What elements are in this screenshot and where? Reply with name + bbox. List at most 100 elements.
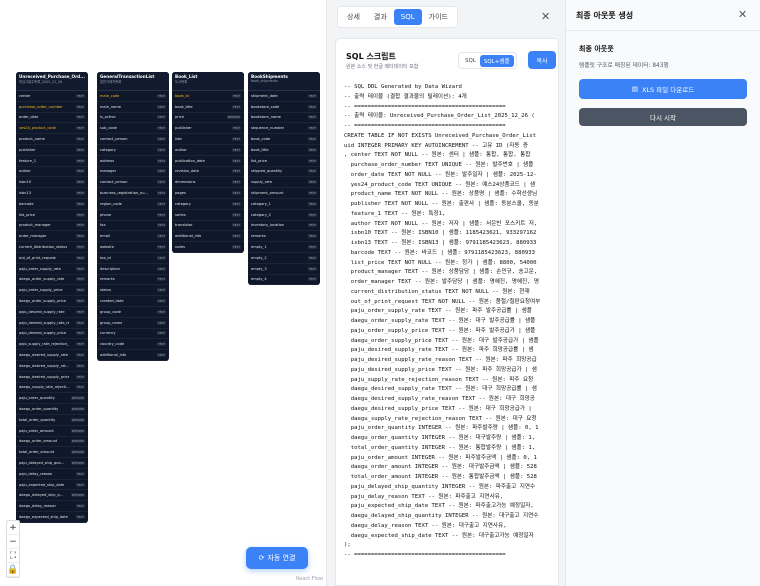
column-row[interactable]: remarks TEXT [248, 231, 320, 243]
column-row[interactable]: total_order_quantity INTEGER [16, 415, 88, 426]
column-row[interactable]: pages TEXT [172, 188, 244, 199]
table-node-header[interactable]: BookShipments book_shipments [248, 72, 320, 91]
column-row[interactable]: empty_4 TEXT [248, 275, 320, 286]
tab-detail[interactable]: 상세 [340, 8, 367, 26]
table-node-header[interactable]: GeneralTransactionList 일반거래처목록 [97, 72, 169, 91]
column-row[interactable]: business_registration_nu... TEXT [97, 188, 169, 199]
column-row[interactable]: main_code TEXT [97, 91, 169, 102]
column-row[interactable]: daegu_desired_supply_rat... TEXT [16, 361, 88, 372]
column-row[interactable]: fax TEXT [97, 221, 169, 232]
column-row[interactable]: region_code TEXT [97, 199, 169, 210]
column-row[interactable]: group_name TEXT [97, 318, 169, 329]
column-row[interactable]: empty_1 TEXT [248, 242, 320, 253]
column-row[interactable]: paju_supply_rate_rejection_reason TEXT [16, 339, 88, 351]
column-row[interactable]: series TEXT [172, 210, 244, 221]
column-row[interactable]: product_manager TEXT [16, 221, 88, 232]
column-row[interactable]: publisher TEXT [172, 123, 244, 135]
column-row[interactable]: main_name TEXT [97, 102, 169, 113]
column-row[interactable]: daegu_order_amount INTEGER [16, 437, 88, 448]
column-row[interactable]: out_of_print_request TEXT [16, 253, 88, 264]
column-row[interactable]: paju_order_amount INTEGER [16, 426, 88, 437]
column-row[interactable]: paju_delayed_ship_qua... INTEGER [16, 458, 88, 469]
column-row[interactable]: remarks TEXT [97, 275, 169, 286]
table-node-header[interactable]: Book_List 도서목록 [172, 72, 244, 91]
column-row[interactable]: daegu_supply_rate_rejecti... TEXT [16, 383, 88, 394]
column-row[interactable]: yes24_product_code TEXT [16, 123, 88, 135]
column-row[interactable]: book_code TEXT [248, 134, 320, 145]
column-row[interactable]: contact_person TEXT [97, 177, 169, 189]
column-row[interactable]: center TEXT [16, 91, 88, 102]
column-row[interactable]: category_1 TEXT [248, 199, 320, 210]
lock-button[interactable]: 🔒 [7, 563, 19, 577]
column-row[interactable]: phone TEXT [97, 210, 169, 221]
column-row[interactable]: book_title TEXT [172, 102, 244, 113]
column-row[interactable]: paju_desired_supply_rate TEXT [16, 307, 88, 318]
column-row[interactable]: daegu_desired_supply_rate TEXT [16, 350, 88, 361]
close-icon[interactable]: ✕ [738, 8, 747, 21]
column-row[interactable]: author TEXT [172, 145, 244, 156]
column-row[interactable]: paju_order_quantity INTEGER [16, 393, 88, 405]
column-row[interactable]: book_id TEXT [172, 91, 244, 102]
column-row[interactable]: current_distribution_status TEXT [16, 242, 88, 253]
column-row[interactable]: country_code TEXT [97, 339, 169, 351]
fit-view-button[interactable]: ⛶ [7, 549, 19, 563]
column-row[interactable]: feature_1 TEXT [16, 156, 88, 167]
column-row[interactable]: daegu_delayed_ship_q... INTEGER [16, 490, 88, 502]
column-row[interactable]: tax_id TEXT [97, 253, 169, 264]
column-row[interactable]: product_name TEXT [16, 134, 88, 145]
column-row[interactable]: shipment_amount TEXT [248, 188, 320, 199]
column-row[interactable]: list_price TEXT [248, 156, 320, 167]
table-node-header[interactable]: Unreceived_Purchase_Ord... 미입고발주목록_2025_1… [16, 72, 88, 91]
toggle-sql-sample[interactable]: SQL+샘플 [479, 54, 514, 67]
column-row[interactable]: author TEXT [16, 167, 88, 178]
column-row[interactable]: book_title TEXT [248, 145, 320, 156]
column-row[interactable]: paju_order_supply_rate TEXT [16, 264, 88, 275]
column-row[interactable]: dimensions TEXT [172, 177, 244, 189]
toggle-sql[interactable]: SQL [461, 56, 480, 66]
column-row[interactable]: sub_code TEXT [97, 123, 169, 135]
table-node[interactable]: Book_List 도서목록 book_id TEXT book_title TEXT pr… [172, 72, 244, 253]
column-row[interactable]: currency TEXT [97, 329, 169, 340]
column-row[interactable]: paju_delay_reason TEXT [16, 469, 88, 480]
column-row[interactable]: order_date TEXT [16, 113, 88, 124]
column-row[interactable]: is_active TEXT [97, 113, 169, 124]
column-row[interactable]: contact_person TEXT [97, 134, 169, 145]
auto-connect-button[interactable]: ⟳ 자동 연결 [246, 547, 308, 569]
table-node[interactable]: GeneralTransactionList 일반거래처목록 main_code TE… [97, 72, 169, 361]
column-row[interactable]: sequence_number TEXT [248, 123, 320, 135]
tab-result[interactable]: 결과 [367, 8, 394, 26]
column-row[interactable]: shipment_date TEXT [248, 91, 320, 102]
column-row[interactable]: additional_info TEXT [97, 350, 169, 361]
column-row[interactable]: purchase_order_number TEXT [16, 102, 88, 113]
column-row[interactable]: daegu_order_quantity INTEGER [16, 404, 88, 415]
column-row[interactable]: group_code TEXT [97, 307, 169, 318]
table-node[interactable]: BookShipments book_shipments shipment_date… [248, 72, 320, 286]
flow-canvas[interactable]: Unreceived_Purchase_Ord... 미입고발주목록_2025_1… [0, 0, 326, 586]
column-row[interactable]: revision_date TEXT [172, 167, 244, 178]
column-row[interactable]: isbn TEXT [172, 134, 244, 145]
column-row[interactable]: address TEXT [97, 156, 169, 167]
column-row[interactable]: empty_2 TEXT [248, 253, 320, 264]
restart-button[interactable]: 다시 시작 [579, 108, 747, 126]
column-row[interactable]: bookstore_name TEXT [248, 113, 320, 124]
column-row[interactable]: manager TEXT [97, 167, 169, 178]
column-row[interactable]: daegu_delay_reason TEXT [16, 501, 88, 513]
column-row[interactable]: empty_3 TEXT [248, 264, 320, 275]
column-row[interactable]: price INTEGER [172, 113, 244, 124]
column-row[interactable]: category TEXT [172, 199, 244, 210]
copy-button[interactable]: 복사 [528, 51, 556, 69]
column-row[interactable]: order_manager TEXT [16, 231, 88, 243]
column-row[interactable]: paju_order_supply_price TEXT [16, 285, 88, 297]
xls-download-button[interactable]: ▤ XLS 파일 다운로드 [579, 79, 747, 99]
react-flow-attribution[interactable]: React Flow [296, 576, 323, 582]
column-row[interactable]: website TEXT [97, 242, 169, 253]
zoom-in-button[interactable]: + [7, 521, 19, 535]
column-row[interactable]: isbn10 TEXT [16, 177, 88, 189]
column-row[interactable]: publication_date TEXT [172, 156, 244, 167]
zoom-out-button[interactable]: − [7, 535, 19, 549]
column-row[interactable]: shipped_quantity TEXT [248, 167, 320, 178]
column-row[interactable]: publisher TEXT [16, 145, 88, 156]
column-row[interactable]: description TEXT [97, 264, 169, 275]
column-row[interactable]: paju_desired_supply_price TEXT [16, 329, 88, 340]
column-row[interactable]: email TEXT [97, 231, 169, 243]
